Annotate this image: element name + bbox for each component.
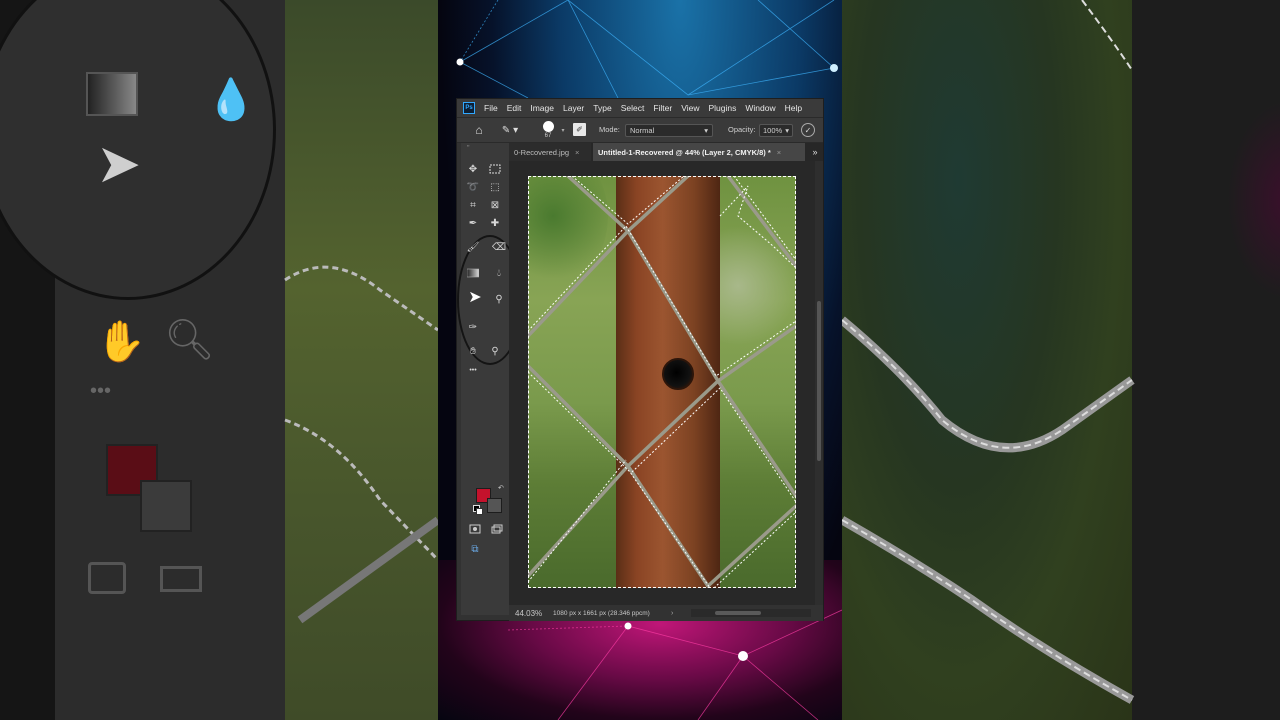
- document-tab-bar: 0-Recovered.jpg × Untitled-1-Recovered @…: [509, 143, 823, 161]
- zoom-tool-icon[interactable]: ⚲: [487, 343, 503, 359]
- chevron-down-icon: ▾: [704, 126, 708, 135]
- gradient-tool-icon[interactable]: [465, 265, 481, 281]
- opacity-label: Opacity:: [728, 125, 756, 134]
- brush-tool-icon[interactable]: 🖌︎: [465, 239, 481, 255]
- content-credentials-icon[interactable]: ⧉: [467, 541, 483, 557]
- menu-select[interactable]: Select: [621, 103, 645, 113]
- default-colors-icon[interactable]: [473, 505, 483, 515]
- menu-layer[interactable]: Layer: [563, 103, 584, 113]
- canvas-area[interactable]: [509, 161, 823, 605]
- menu-image[interactable]: Image: [530, 103, 554, 113]
- chevron-down-icon: ▾: [785, 126, 789, 135]
- menu-view[interactable]: View: [681, 103, 699, 113]
- quick-mask-icon[interactable]: [467, 521, 483, 537]
- background-right-zoom: [842, 0, 1280, 720]
- brush-size-picker[interactable]: 67: [537, 119, 559, 141]
- brush-preset-icon[interactable]: ✎ ▾: [499, 122, 521, 138]
- menu-filter[interactable]: Filter: [653, 103, 672, 113]
- background-left-zoom: 💧 ➤ ✋ 🔍︎ •••: [0, 0, 438, 720]
- tools-panel: " ✥ ➰ ⬚ ⌗ ⊠ ✒ ✚ 🖌︎ ⌫ 💧︎ ➤ ⚲ ✑ ✋︎ ⚲ ••• ↶…: [457, 143, 523, 615]
- close-icon[interactable]: ×: [575, 148, 579, 157]
- status-bar: 44.03% 1080 px x 1661 px (28.346 ppcm) ›: [509, 605, 823, 621]
- pen-tool-icon[interactable]: ✑: [465, 319, 481, 335]
- more-tools-icon[interactable]: •••: [465, 362, 481, 378]
- scroll-thumb[interactable]: [715, 611, 761, 615]
- tab-label: 0-Recovered.jpg: [514, 147, 570, 157]
- mode-value: Normal: [630, 126, 655, 135]
- close-icon[interactable]: ×: [777, 148, 781, 157]
- scroll-thumb[interactable]: [817, 301, 821, 461]
- zoomed-fence-lines-right: [842, 0, 1135, 704]
- opacity-field[interactable]: 100% ▾: [759, 124, 793, 137]
- eraser-tool-icon[interactable]: ⌫: [491, 239, 507, 255]
- background-color-swatch[interactable]: [487, 498, 502, 513]
- lasso-tool-icon[interactable]: ➰: [465, 179, 481, 195]
- marquee-tool-icon[interactable]: [487, 161, 503, 177]
- pressure-opacity-icon[interactable]: ✓: [801, 123, 815, 137]
- menu-type[interactable]: Type: [593, 103, 611, 113]
- zoomed-fence-lines: [284, 265, 438, 624]
- object-selection-tool-icon[interactable]: ⬚: [487, 179, 503, 195]
- document-tab-inactive[interactable]: 0-Recovered.jpg ×: [509, 143, 591, 161]
- more-tabs-icon[interactable]: »: [809, 145, 821, 159]
- blur-tool-icon[interactable]: 💧︎: [491, 265, 507, 281]
- crop-tool-icon[interactable]: ⌗: [465, 197, 481, 213]
- menu-file[interactable]: File: [484, 103, 498, 113]
- menu-bar: Ps File Edit Image Layer Type Select Fil…: [457, 99, 823, 117]
- mode-label: Mode:: [599, 125, 620, 134]
- status-menu-arrow[interactable]: ›: [671, 610, 673, 617]
- move-tool-icon[interactable]: ✥: [465, 161, 481, 177]
- frame-tool-icon[interactable]: ⊠: [487, 197, 503, 213]
- dodge-tool-icon[interactable]: ⚲: [491, 291, 507, 307]
- document-tab-active[interactable]: Untitled-1-Recovered @ 44% (Layer 2, CMY…: [593, 143, 805, 161]
- screen-mode-icon[interactable]: [489, 521, 505, 537]
- options-bar: ⌂ ✎ ▾ 67 ▾ ✐ Mode: Normal ▾ Opacity: 100…: [457, 117, 823, 143]
- healing-brush-tool-icon[interactable]: ✚: [487, 215, 503, 231]
- photoshop-logo: Ps: [463, 102, 475, 114]
- hand-tool-icon[interactable]: ✋︎: [465, 343, 481, 359]
- opacity-value: 100%: [763, 126, 783, 135]
- home-icon[interactable]: ⌂: [471, 122, 487, 138]
- panel-grip[interactable]: ": [467, 145, 470, 152]
- menu-plugins[interactable]: Plugins: [708, 103, 736, 113]
- menu-help[interactable]: Help: [785, 103, 802, 113]
- document-info: 1080 px x 1661 px (28.346 ppcm): [553, 609, 650, 617]
- horizontal-scrollbar[interactable]: [691, 609, 811, 617]
- document-image[interactable]: [528, 176, 796, 588]
- tab-label: Untitled-1-Recovered @ 44% (Layer 2, CMY…: [598, 147, 771, 157]
- vertical-scrollbar[interactable]: [815, 161, 823, 605]
- zoom-level[interactable]: 44.03%: [515, 609, 553, 618]
- selection-marquee: [528, 176, 796, 588]
- photoshop-window: Ps File Edit Image Layer Type Select Fil…: [456, 98, 824, 621]
- brush-settings-panel-icon[interactable]: ✐: [573, 123, 586, 136]
- mode-select[interactable]: Normal ▾: [625, 124, 713, 137]
- swap-colors-icon[interactable]: ↶: [498, 484, 504, 492]
- cursor-arrow-icon: ➤: [468, 289, 482, 306]
- brush-tip-preview: [542, 121, 554, 132]
- eyedropper-tool-icon[interactable]: ✒: [465, 215, 481, 231]
- chevron-down-icon[interactable]: ▾: [559, 125, 567, 135]
- menu-edit[interactable]: Edit: [507, 103, 522, 113]
- menu-window[interactable]: Window: [745, 103, 775, 113]
- brush-size-value: 67: [544, 133, 552, 139]
